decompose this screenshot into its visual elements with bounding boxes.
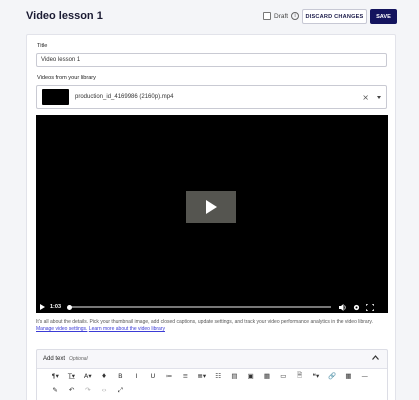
gear-icon[interactable] bbox=[353, 304, 360, 311]
undo-icon[interactable]: ↶ bbox=[63, 386, 79, 394]
chevron-up-icon[interactable] bbox=[372, 355, 379, 360]
discard-changes-button[interactable]: DISCARD CHANGES bbox=[302, 9, 367, 24]
player-controls: 1:03 bbox=[36, 301, 388, 313]
table-icon[interactable]: ▦ bbox=[340, 372, 356, 380]
font-color-icon[interactable]: A▾ bbox=[80, 372, 96, 380]
italic-icon[interactable]: I bbox=[128, 372, 144, 380]
media-icon[interactable]: ▦ bbox=[259, 372, 275, 380]
add-text-editor: Add text Optional ¶▾ T͟▾ A▾ ♦ B I U ≔ ≡ ≣▾ ☷ ▤ ▣ ▦ ▭ 🗎 ❝… bbox=[36, 349, 388, 400]
title-input[interactable]: Video lesson 1 bbox=[36, 53, 387, 67]
blockquote-icon[interactable]: ❝▾ bbox=[308, 372, 324, 380]
text-style-icon[interactable]: T͟▾ bbox=[63, 372, 79, 380]
draft-checkbox[interactable] bbox=[263, 12, 271, 20]
toolbar-row: ✎ ↶ ↷ ‹› ⤢ bbox=[37, 383, 387, 397]
align-icon[interactable]: ≣▾ bbox=[194, 372, 210, 380]
page-title: Video lesson 1 bbox=[26, 10, 103, 22]
image-icon[interactable]: ▣ bbox=[243, 372, 259, 380]
source-code-icon[interactable]: ‹› bbox=[96, 386, 112, 394]
expand-icon[interactable]: ⤢ bbox=[112, 386, 128, 395]
draft-toggle[interactable]: Draft i bbox=[263, 12, 300, 20]
toolbar-row: ¶▾ T͟▾ A▾ ♦ B I U ≔ ≡ ≣▾ ☷ ▤ ▣ ▦ ▭ 🗎 ❝▾ 🔗 ▦ — bbox=[37, 369, 387, 383]
chevron-down-icon[interactable] bbox=[377, 95, 381, 99]
indent-icon[interactable]: ▤ bbox=[226, 372, 242, 380]
progress-handle[interactable] bbox=[67, 304, 73, 310]
draft-label: Draft bbox=[274, 12, 289, 20]
play-icon bbox=[206, 200, 217, 214]
link-icon[interactable]: 🔗 bbox=[324, 372, 340, 380]
lesson-card: Title Video lesson 1 Videos from your li… bbox=[26, 34, 396, 400]
embed-icon[interactable]: ▭ bbox=[275, 372, 291, 380]
horizontal-rule-icon[interactable]: — bbox=[357, 372, 373, 380]
clear-format-icon[interactable]: ✎ bbox=[47, 386, 63, 394]
redo-icon[interactable]: ↷ bbox=[80, 386, 96, 394]
paragraph-format-icon[interactable]: ¶▾ bbox=[47, 372, 63, 380]
bulleted-list-icon[interactable]: ≔ bbox=[161, 372, 177, 380]
file-icon[interactable]: 🗎 bbox=[291, 371, 307, 382]
video-thumbnail bbox=[42, 89, 69, 105]
video-player[interactable]: 1:03 bbox=[36, 115, 388, 313]
play-icon[interactable] bbox=[40, 304, 45, 310]
clear-icon[interactable]: × bbox=[362, 93, 369, 102]
videos-label: Videos from your library bbox=[37, 75, 96, 81]
help-text: It's all about the details. Pick your th… bbox=[36, 319, 373, 325]
title-label: Title bbox=[37, 43, 48, 49]
manage-video-settings-link[interactable]: Manage video settings. bbox=[36, 326, 87, 332]
optional-label: Optional bbox=[69, 355, 88, 362]
learn-more-link[interactable]: Learn more about the video library bbox=[89, 326, 165, 332]
numbered-list-icon[interactable]: ≡ bbox=[177, 372, 193, 380]
play-overlay-button[interactable] bbox=[186, 191, 236, 223]
fullscreen-icon[interactable] bbox=[366, 303, 375, 311]
save-button[interactable]: SAVE bbox=[370, 9, 397, 24]
bold-icon[interactable]: B bbox=[112, 372, 128, 380]
video-help-text: It's all about the details. Pick your th… bbox=[36, 319, 390, 333]
current-time: 1:03 bbox=[50, 304, 62, 310]
highlight-icon[interactable]: ♦ bbox=[96, 372, 112, 380]
progress-bar[interactable] bbox=[67, 304, 332, 310]
outdent-icon[interactable]: ☷ bbox=[210, 372, 226, 380]
volume-icon[interactable] bbox=[339, 303, 347, 311]
video-select[interactable]: production_id_4169986 (2160p).mp4 × bbox=[36, 85, 387, 109]
editor-toolbar: ¶▾ T͟▾ A▾ ♦ B I U ≔ ≡ ≣▾ ☷ ▤ ▣ ▦ ▭ 🗎 ❝▾ 🔗 ▦ — ✎ ↶ ↷ ‹› ⤢ bbox=[37, 368, 387, 400]
info-icon[interactable]: i bbox=[291, 12, 300, 20]
selected-video-name: production_id_4169986 (2160p).mp4 bbox=[75, 94, 174, 100]
editor-title: Add text bbox=[43, 355, 66, 362]
underline-icon[interactable]: U bbox=[145, 372, 161, 380]
editor-header[interactable]: Add text Optional bbox=[37, 350, 387, 367]
